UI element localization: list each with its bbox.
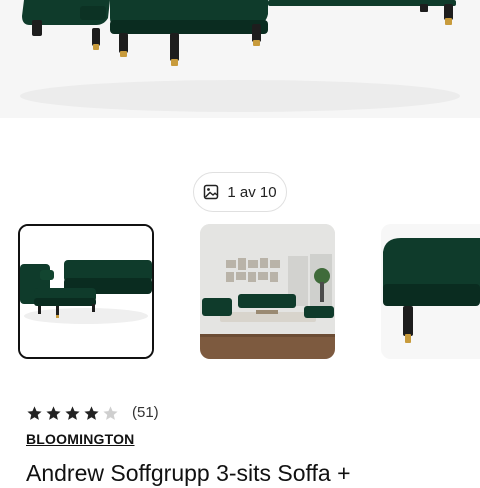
star-icon (103, 405, 118, 420)
brand-link[interactable]: BLOOMINGTON (26, 431, 135, 447)
image-icon (204, 184, 219, 200)
star-icon (65, 405, 80, 420)
image-counter-text: 1 av 10 (227, 183, 277, 201)
star-icon (84, 405, 99, 420)
thumbnail-sofa-group[interactable] (18, 224, 154, 359)
thumbnail-living-room[interactable] (200, 224, 335, 359)
hero-product-image[interactable] (0, 0, 480, 118)
thumbnail-ottoman[interactable] (381, 224, 480, 359)
thumbnail-living-room-image (200, 224, 335, 359)
product-title: Andrew Soffgrupp 3-sits Soffa + (26, 460, 351, 486)
hero-sofa-illustration (20, 0, 460, 112)
star-icon (46, 405, 61, 420)
thumbnail-ottoman-image (381, 224, 480, 359)
rating-stars (26, 403, 119, 423)
thumbnail-sofa-group-image (20, 226, 152, 357)
star-icon (27, 405, 42, 420)
review-count[interactable]: (51) (132, 404, 159, 421)
image-counter[interactable]: 1 av 10 (193, 172, 287, 212)
